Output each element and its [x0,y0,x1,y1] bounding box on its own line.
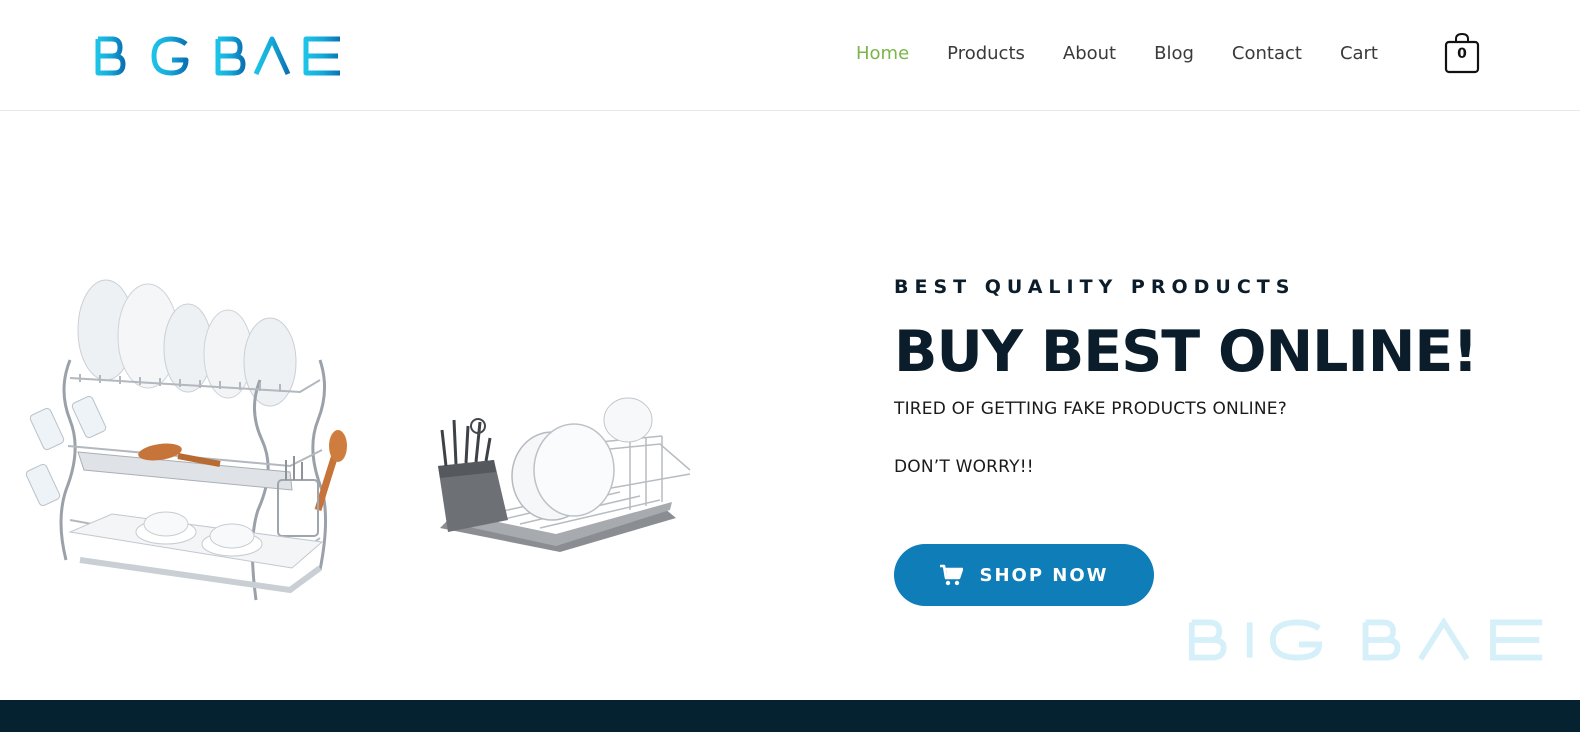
cart-icon [940,564,964,586]
nav-home[interactable]: Home [856,40,909,68]
nav-products[interactable]: Products [947,40,1025,68]
shop-now-label: SHOP NOW [979,564,1109,586]
hero-subline-secondary: DON’T WORRY!! [894,457,1034,477]
nav-about[interactable]: About [1063,40,1116,68]
bigbae-watermark-logo [1188,618,1543,661]
footer-bar [0,700,1580,732]
dish-rack-compact-image [438,397,691,552]
site-header: Home Products About Blog Contact Cart 0 [0,0,1580,111]
hero-eyebrow: BEST QUALITY PRODUCTS [894,276,1296,298]
hero-text-block: BEST QUALITY PRODUCTS BUY BEST ONLINE! T… [894,276,1534,477]
bigbae-logo[interactable] [94,36,344,76]
nav-blog[interactable]: Blog [1154,40,1194,68]
hero-headline: BUY BEST ONLINE! [894,319,1478,385]
hero-subline: TIRED OF GETTING FAKE PRODUCTS ONLINE? [894,399,1287,419]
cart-count: 0 [1457,46,1467,62]
cart-bag-button[interactable]: 0 [1444,32,1480,74]
main-nav: Home Products About Blog Contact Cart [856,40,1416,68]
nav-cart[interactable]: Cart [1340,40,1378,68]
dish-rack-three-tier-image [25,279,347,601]
hero-product-images [25,279,691,601]
nav-contact[interactable]: Contact [1232,40,1302,68]
shop-now-button[interactable]: SHOP NOW [894,544,1154,606]
